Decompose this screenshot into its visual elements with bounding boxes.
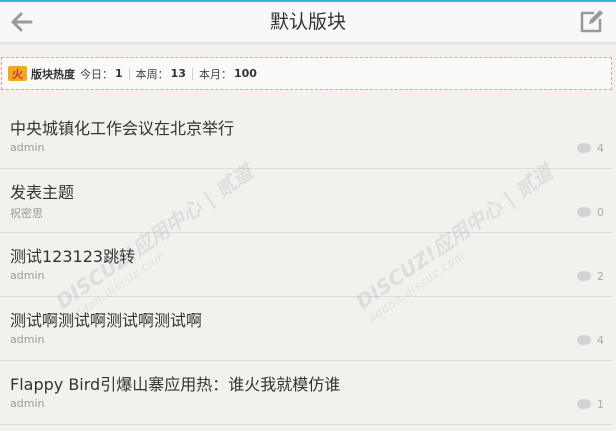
thread-author: admin — [10, 269, 45, 282]
thread-item[interactable]: 发表主题 祝密思 0 — [0, 169, 612, 233]
reply-count-group: 1 — [577, 398, 604, 411]
thread-title[interactable]: Flappy Bird引爆山寨应用热：谁火我就模仿谁 — [10, 371, 340, 395]
comment-icon — [577, 335, 591, 346]
stat-today-value: 1 — [115, 67, 123, 80]
reply-count: 4 — [597, 334, 604, 347]
fire-icon: 火 — [8, 66, 27, 81]
thread-item[interactable]: Flappy Bird引爆山寨应用热：谁火我就模仿谁 admin 1 — [0, 361, 612, 425]
reply-count: 2 — [597, 270, 604, 283]
stat-month-value: 100 — [233, 67, 257, 80]
stat-divider — [191, 67, 193, 80]
header-bar: 默认版块 — [0, 2, 616, 43]
stat-week-value: 13 — [170, 67, 186, 80]
stat-divider — [128, 67, 130, 80]
reply-count-group: 4 — [577, 142, 604, 155]
reply-count: 1 — [597, 398, 604, 411]
stat-week-label: 本周： — [135, 67, 169, 81]
thread-item[interactable]: 测试123123跳转 admin 2 — [0, 233, 612, 297]
reply-count: 0 — [597, 206, 604, 219]
comment-icon — [577, 143, 591, 154]
thread-author: 祝密思 — [10, 207, 43, 220]
edit-icon — [580, 10, 603, 33]
thread-item[interactable]: 中央城镇化工作会议在北京举行 admin 4 — [0, 105, 612, 169]
thread-title[interactable]: 测试啊测试啊测试啊测试啊 — [10, 307, 202, 331]
thread-author: admin — [10, 333, 45, 346]
thread-list: 中央城镇化工作会议在北京举行 admin 4 发表主题 祝密思 0 测试1231… — [0, 105, 612, 425]
thread-author: admin — [10, 141, 45, 154]
stat-today-label: 今日： — [80, 67, 113, 81]
thread-title[interactable]: 发表主题 — [10, 179, 74, 203]
comment-icon — [577, 271, 591, 282]
page-title: 默认版块 — [269, 11, 346, 33]
new-post-button[interactable] — [576, 7, 606, 37]
thread-title[interactable]: 中央城镇化工作会议在北京举行 — [10, 115, 234, 139]
thread-author: admin — [10, 397, 45, 410]
reply-count-group: 0 — [577, 206, 604, 219]
back-arrow-icon — [11, 12, 33, 32]
stats-title: 版块热度 — [31, 67, 75, 81]
comment-icon — [577, 207, 591, 218]
comment-icon — [577, 399, 591, 410]
stat-month-label: 本月： — [198, 67, 232, 81]
back-button[interactable] — [6, 7, 36, 37]
reply-count: 4 — [597, 142, 604, 155]
forum-heat-stats: 火 版块热度 今日： 1 本周： 13 本月： 100 — [1, 57, 612, 90]
reply-count-group: 2 — [577, 270, 604, 283]
thread-item[interactable]: 测试啊测试啊测试啊测试啊 admin 4 — [0, 297, 612, 361]
reply-count-group: 4 — [577, 334, 604, 347]
thread-title[interactable]: 测试123123跳转 — [10, 243, 135, 267]
